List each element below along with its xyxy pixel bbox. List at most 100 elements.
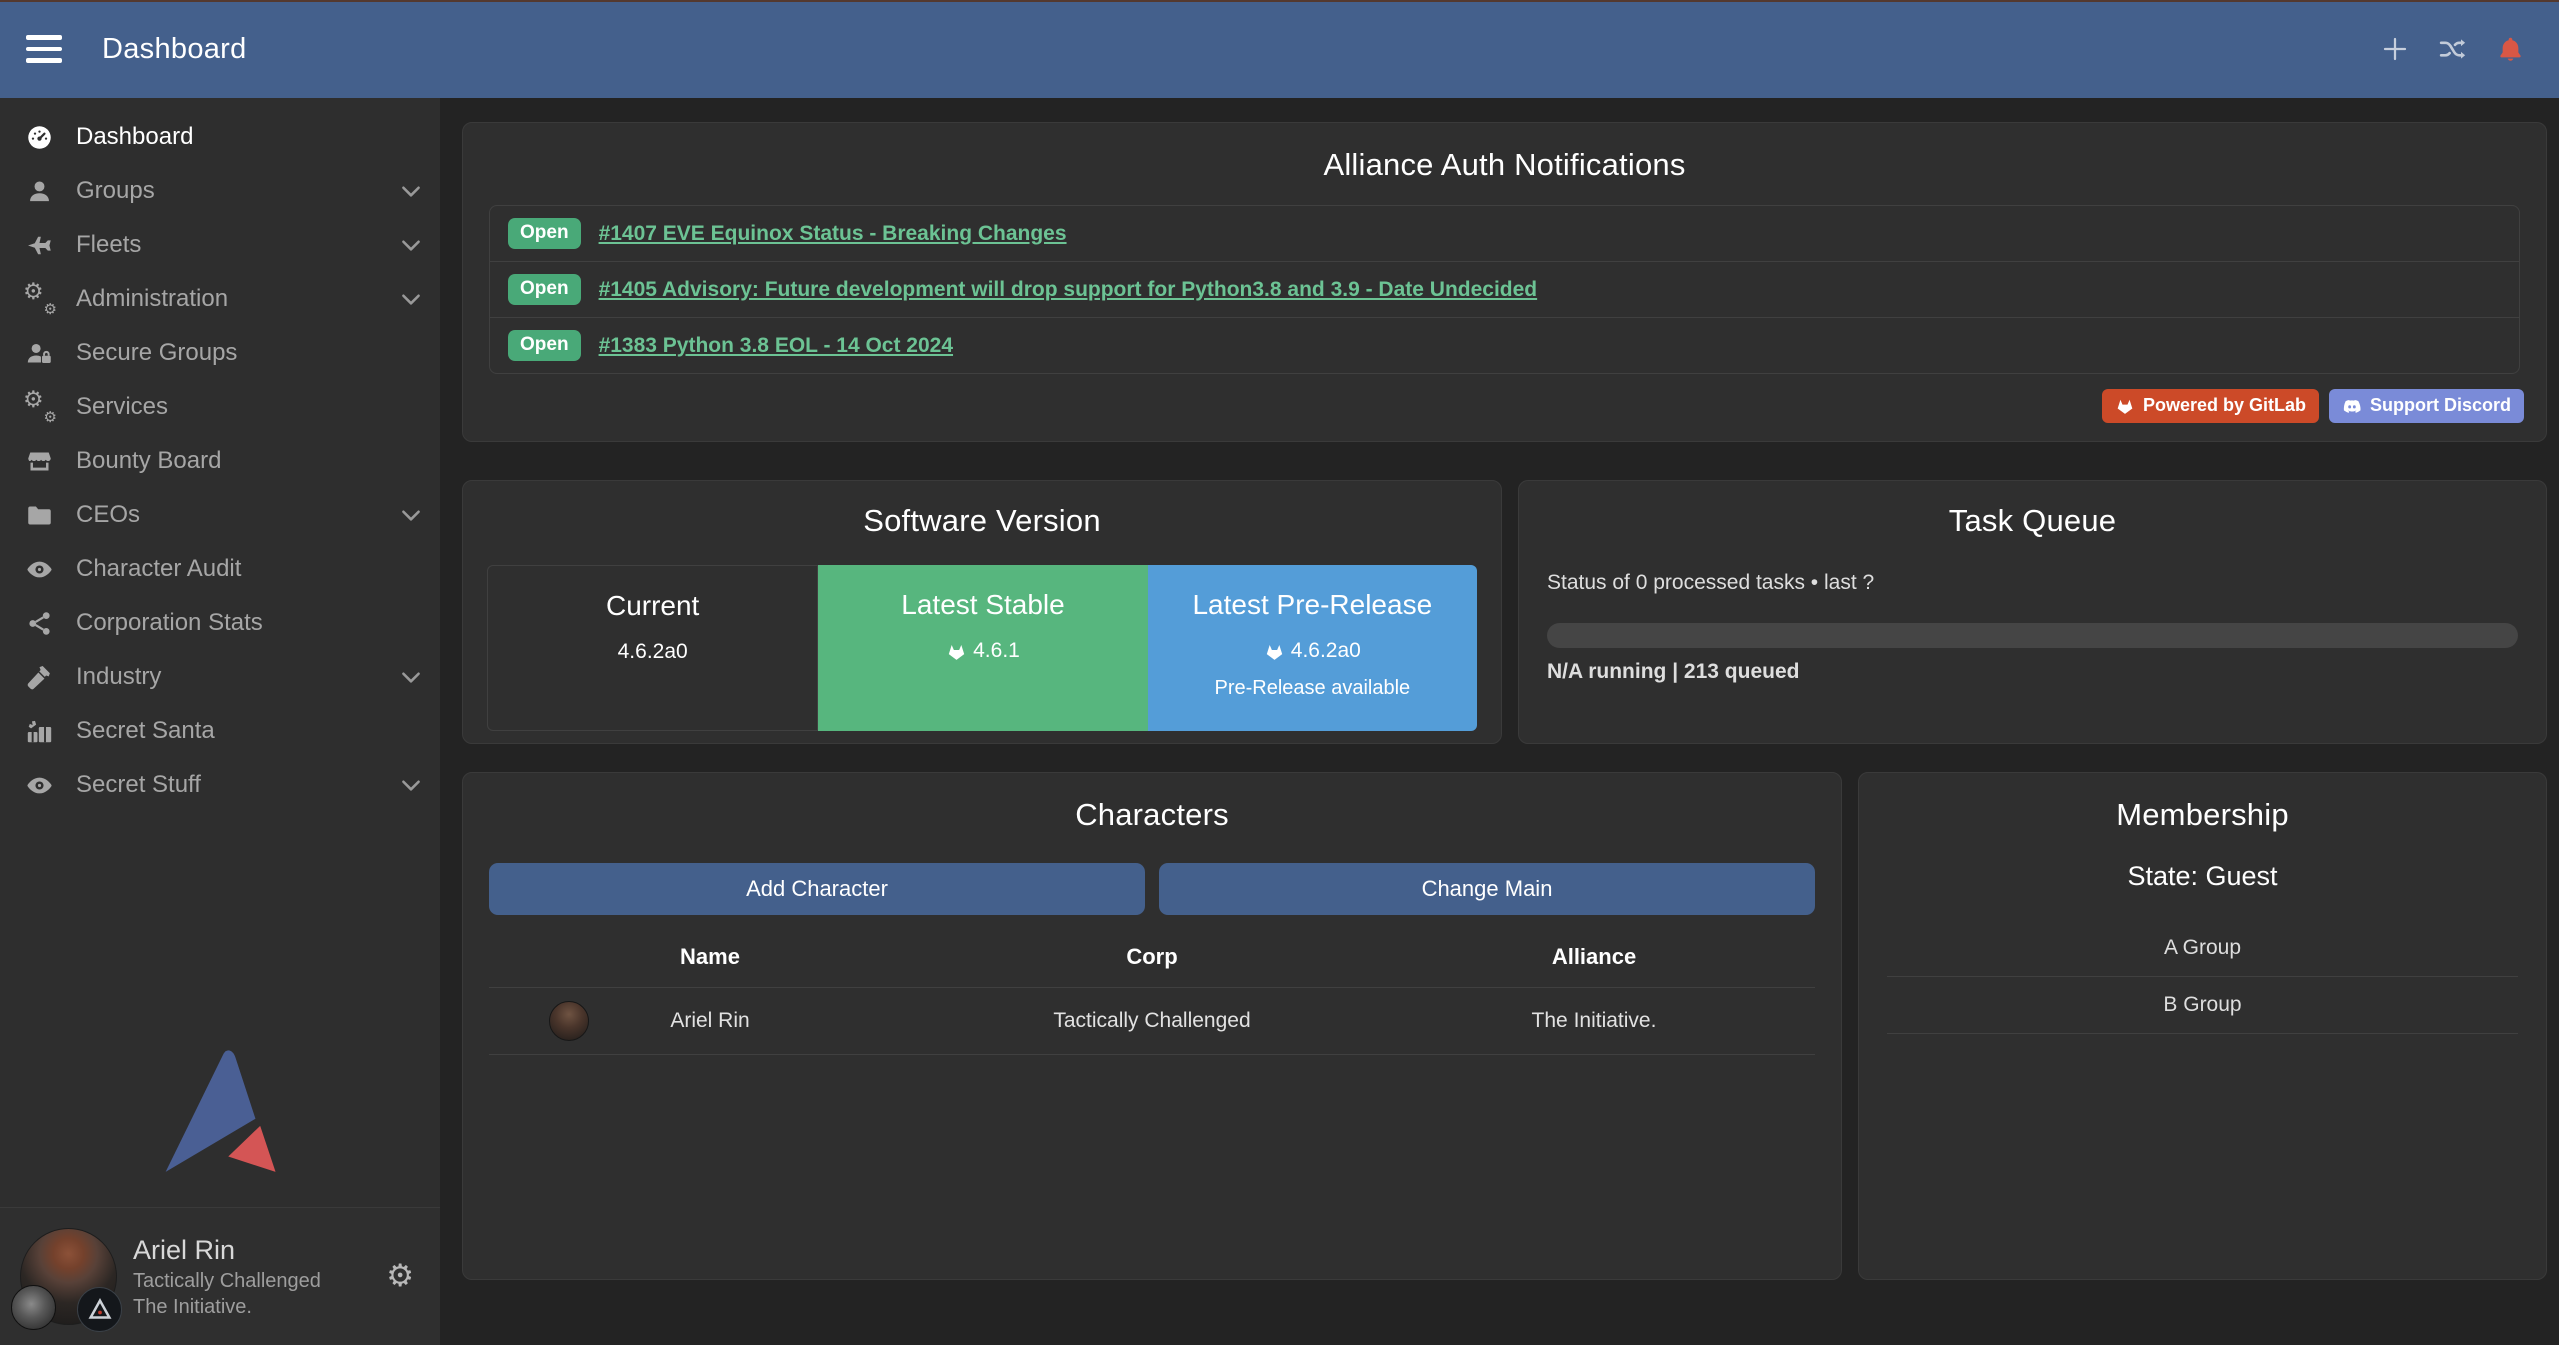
chevron-down-icon (398, 664, 424, 690)
sidebar-item-label: Fleets (76, 231, 141, 259)
status-badge: Open (508, 330, 581, 361)
sidebar-item-ceos[interactable]: CEOs (0, 488, 440, 542)
cogs-icon: ⚙⚙ (22, 391, 56, 423)
characters-table-header: Name Corp Alliance (489, 927, 1815, 988)
membership-panel: Membership State: Guest A Group B Group (1858, 772, 2547, 1280)
alliance-logo (77, 1287, 122, 1332)
sidebar-item-dashboard[interactable]: Dashboard (0, 110, 440, 164)
sidebar-item-groups[interactable]: Groups (0, 164, 440, 218)
powered-by-gitlab-badge[interactable]: Powered by GitLab (2102, 389, 2319, 423)
user-lock-icon (22, 337, 56, 369)
sidebar-item-bounty-board[interactable]: Bounty Board (0, 434, 440, 488)
characters-panel: Characters Add Character Change Main Nam… (462, 772, 1842, 1280)
store-icon (22, 445, 56, 477)
list-item: A Group (1887, 920, 2518, 977)
task-queue-title: Task Queue (1547, 503, 2518, 539)
sidebar-item-label: Groups (76, 177, 155, 205)
eye-icon (22, 769, 56, 801)
chevron-down-icon (398, 772, 424, 798)
user-meta: Ariel Rin Tactically Challenged The Init… (133, 1235, 321, 1318)
user-icon (22, 175, 56, 207)
badge-label: Support Discord (2370, 395, 2511, 417)
chevron-down-icon (398, 502, 424, 528)
sidebar-item-corporation-stats[interactable]: Corporation Stats (0, 596, 440, 650)
sidebar-item-label: Character Audit (76, 555, 241, 583)
version-value: 4.6.2a0 (1264, 639, 1361, 663)
task-queue-panel: Task Queue Status of 0 processed tasks •… (1518, 480, 2547, 744)
add-character-button[interactable]: Add Character (489, 863, 1145, 915)
settings-gear-icon[interactable]: ⚙ (386, 1261, 414, 1292)
sidebar-item-industry[interactable]: Industry (0, 650, 440, 704)
alliance-auth-app: Dashboard (0, 0, 2559, 1345)
sidebar-toggle-button[interactable] (26, 35, 62, 63)
characters-actions: Add Character Change Main (489, 863, 1815, 915)
column-header-alliance: Alliance (1373, 944, 1815, 970)
notification-item: Open #1407 EVE Equinox Status - Breaking… (490, 206, 2519, 262)
status-badge: Open (508, 274, 581, 305)
sidebar-item-secret-stuff[interactable]: Secret Stuff (0, 758, 440, 812)
sidebar-item-secret-santa[interactable]: Secret Santa (0, 704, 440, 758)
change-main-button[interactable]: Change Main (1159, 863, 1815, 915)
notifications-footer-badges: Powered by GitLab Support Discord (2102, 389, 2524, 423)
chevron-down-icon (398, 178, 424, 204)
notification-item: Open #1405 Advisory: Future development … (490, 262, 2519, 318)
sidebar-item-fleets[interactable]: Fleets (0, 218, 440, 272)
column-header-name: Name (489, 944, 931, 970)
user-avatar (20, 1228, 117, 1325)
characters-table: Name Corp Alliance Ariel Rin Tactically … (489, 927, 1815, 1055)
sidebar-item-label: Industry (76, 663, 161, 691)
bell-icon[interactable] (2496, 35, 2525, 64)
badge-label: Powered by GitLab (2143, 395, 2306, 417)
notifications-title: Alliance Auth Notifications (489, 147, 2520, 183)
character-avatar (549, 1001, 589, 1041)
share-icon (22, 607, 56, 639)
characters-title: Characters (489, 797, 1815, 833)
column-header-corp: Corp (931, 944, 1373, 970)
shuffle-icon[interactable] (2438, 34, 2468, 64)
sidebar: Dashboard Groups Fleets (0, 98, 440, 1345)
sidebar-item-label: CEOs (76, 501, 140, 529)
software-version-panel: Software Version Current 4.6.2a0 Latest … (462, 480, 1502, 744)
eye-icon (22, 553, 56, 585)
sidebar-item-label: Administration (76, 285, 228, 313)
task-status-line: Status of 0 processed tasks • last ? (1547, 571, 2518, 595)
sidebar-item-label: Secret Stuff (76, 771, 201, 799)
top-navbar: Dashboard (0, 0, 2559, 98)
notifications-list: Open #1407 EVE Equinox Status - Breaking… (489, 205, 2520, 374)
character-alliance: The Initiative. (1373, 1009, 1815, 1033)
status-badge: Open (508, 218, 581, 249)
sidebar-item-label: Secure Groups (76, 339, 237, 367)
version-value: 4.6.1 (946, 639, 1020, 663)
sidebar-item-secure-groups[interactable]: Secure Groups (0, 326, 440, 380)
alliance-auth-logo (160, 1049, 280, 1179)
membership-groups-list: A Group B Group (1887, 920, 2518, 1034)
notification-link[interactable]: #1383 Python 3.8 EOL - 14 Oct 2024 (599, 334, 953, 358)
sidebar-menu: Dashboard Groups Fleets (0, 98, 440, 812)
user-name: Ariel Rin (133, 1235, 321, 1266)
version-columns: Current 4.6.2a0 Latest Stable 4.6.1 Late… (487, 565, 1477, 731)
notification-link[interactable]: #1407 EVE Equinox Status - Breaking Chan… (599, 222, 1067, 246)
gitlab-icon (946, 641, 967, 662)
version-latest-prerelease: Latest Pre-Release 4.6.2a0 Pre-Release a… (1148, 565, 1477, 731)
gauge-icon (22, 121, 56, 153)
user-alliance: The Initiative. (133, 1296, 321, 1318)
notification-link[interactable]: #1405 Advisory: Future development will … (599, 278, 1538, 302)
table-row: Ariel Rin Tactically Challenged The Init… (489, 988, 1815, 1055)
sidebar-item-services[interactable]: ⚙⚙ Services (0, 380, 440, 434)
notification-item: Open #1383 Python 3.8 EOL - 14 Oct 2024 (490, 318, 2519, 373)
sidebar-item-character-audit[interactable]: Character Audit (0, 542, 440, 596)
task-queue-line: N/A running | 213 queued (1547, 660, 2518, 684)
plus-icon[interactable] (2380, 34, 2410, 64)
sidebar-item-administration[interactable]: ⚙⚙ Administration (0, 272, 440, 326)
user-panel: Ariel Rin Tactically Challenged The Init… (0, 1207, 440, 1345)
sidebar-item-label: Bounty Board (76, 447, 221, 475)
version-latest-stable: Latest Stable 4.6.1 (818, 565, 1147, 731)
sidebar-item-label: Dashboard (76, 123, 193, 151)
membership-state: State: Guest (1887, 861, 2518, 892)
version-current: Current 4.6.2a0 (487, 565, 818, 731)
support-discord-badge[interactable]: Support Discord (2329, 389, 2524, 423)
sidebar-item-label: Services (76, 393, 168, 421)
list-item: B Group (1887, 977, 2518, 1034)
version-label: Latest Stable (901, 589, 1064, 621)
sidebar-item-label: Secret Santa (76, 717, 215, 745)
